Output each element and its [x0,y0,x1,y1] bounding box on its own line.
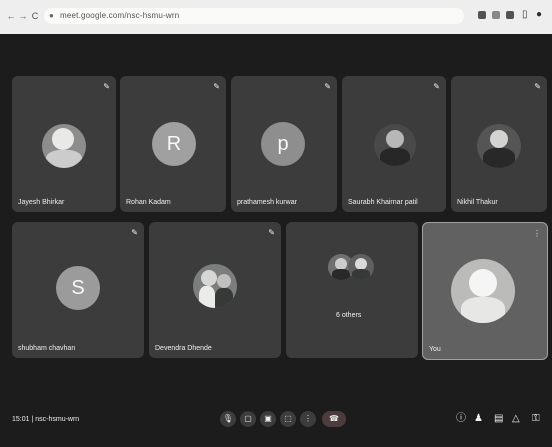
mic-icon[interactable]: 🎙 [220,411,236,427]
camera-icon[interactable]: ▢ [240,411,256,427]
avatar-letter: p [277,132,289,155]
avatar: p [261,122,305,166]
browser-toolbar: ← → C ● meet.google.com/nsc-hsmu-wrn ▯ ● [0,0,552,34]
call-controls-bar: 15:01 | nsc-hsmu-wrn 🎙 ▢ ▣ ⬚ ⋮ ☎ ⓘ ♟ ▤ △… [0,392,552,447]
participant-tile[interactable]: ✎ p prathamesh kurwar [231,76,337,212]
present-icon[interactable]: ⬚ [280,411,296,427]
avatar [477,124,521,168]
participant-tile[interactable]: ✎ Nikhil Thakur [451,76,547,212]
extension-icon[interactable] [506,11,514,19]
mic-muted-icon: ✎ [103,82,110,91]
avatar [42,124,86,168]
others-count: 6 others [336,312,362,319]
mic-muted-icon: ✎ [268,228,275,237]
activities-icon[interactable]: △ [512,413,520,425]
chat-icon[interactable]: ▤ [494,413,503,425]
reload-icon[interactable]: C [30,11,40,21]
avatar-letter: R [166,132,182,155]
avatar: S [56,266,100,310]
participant-tile[interactable]: ✎ R Rohan Kadam [120,76,226,212]
meeting-info: 15:01 | nsc-hsmu-wrn [12,416,79,423]
participant-tile[interactable]: ✎ Devendra Dhende [149,222,281,358]
participant-tile[interactable]: ✎ S shubham chavhan [12,222,144,358]
address-url: meet.google.com/nsc-hsmu-wrn [60,11,180,20]
avatar-letter: S [71,276,85,299]
participant-name: Nikhil Thakur [457,199,498,206]
people-icon[interactable]: ♟ [474,413,483,425]
mic-muted-icon: ✎ [534,82,541,91]
meeting-grid: ✎ Jayesh Bhirkar ✎ R Rohan Kadam ✎ p pra… [0,34,552,447]
participant-tile[interactable]: ✎ Jayesh Bhirkar [12,76,116,212]
lock-icon: ● [49,11,54,20]
participant-name: Rohan Kadam [126,199,171,206]
bookmark-icon[interactable]: ▯ [522,9,528,21]
more-options-icon[interactable]: ⋮ [300,411,316,427]
mic-muted-icon: ✎ [131,228,138,237]
meet-screen: ← → C ● meet.google.com/nsc-hsmu-wrn ▯ ●… [0,0,552,447]
participant-name: Devendra Dhende [155,345,212,352]
avatar [374,124,416,166]
info-icon[interactable]: ⓘ [456,413,466,425]
meeting-code: nsc-hsmu-wrn [35,416,80,423]
mic-muted-icon: ✎ [324,82,331,91]
participant-name: Saurabh Khairnar patil [348,199,418,206]
participant-name: shubham chavhan [18,345,76,352]
captions-icon[interactable]: ▣ [260,411,276,427]
mic-muted-icon: ✎ [213,82,220,91]
avatar [193,264,237,308]
mic-muted-icon: ✎ [433,82,440,91]
participant-tile[interactable]: 6 others [286,222,418,358]
host-controls-icon[interactable]: ⚿ [532,413,540,425]
extension-icon[interactable] [492,11,500,19]
back-icon[interactable]: ← [6,11,16,21]
more-icon[interactable]: ⋮ [533,229,541,238]
avatar: R [152,122,196,166]
profile-icon[interactable]: ● [536,9,542,21]
avatar [348,254,374,280]
participant-name: You [429,346,441,353]
address-bar[interactable]: ● meet.google.com/nsc-hsmu-wrn [44,8,464,24]
avatar [451,259,515,323]
participant-tile[interactable]: ✎ Saurabh Khairnar patil [342,76,446,212]
end-call-icon[interactable]: ☎ [322,411,346,427]
self-tile[interactable]: ⋮ You [422,222,548,360]
clock-time: 15:01 [12,416,30,423]
forward-icon[interactable]: → [18,11,28,21]
extension-icon[interactable] [478,11,486,19]
participant-name: prathamesh kurwar [237,199,297,206]
participant-name: Jayesh Bhirkar [18,199,65,206]
